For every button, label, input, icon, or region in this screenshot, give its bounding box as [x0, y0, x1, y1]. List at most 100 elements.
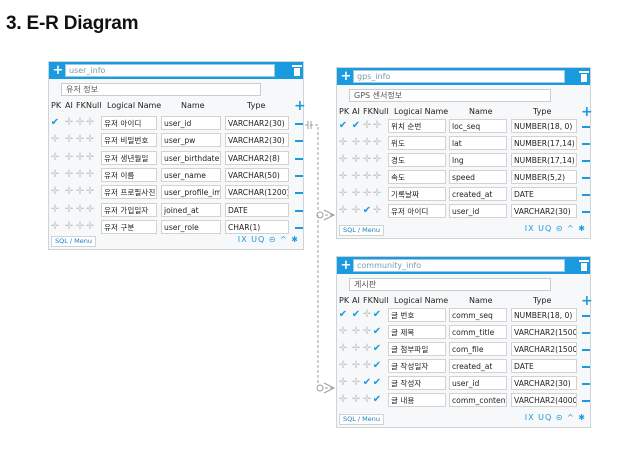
table-name-input[interactable]: gps_info: [353, 70, 565, 83]
logical-name-field[interactable]: 유저 비밀번호: [101, 133, 157, 147]
table-row[interactable]: ✛ ✛ ✛ ✔ 글 내용 comm_content VARCHAR2(4000): [337, 393, 592, 408]
pk-toggle-icon[interactable]: ✛: [50, 168, 60, 182]
add-column-icon[interactable]: +: [294, 99, 306, 113]
pk-toggle-icon[interactable]: ✛: [338, 136, 348, 150]
logical-name-field[interactable]: 글 첨부파일: [388, 342, 446, 356]
table-comment-input[interactable]: 유저 정보: [61, 83, 261, 96]
null-toggle-icon[interactable]: ✛: [372, 170, 382, 184]
logical-name-field[interactable]: 글 제목: [388, 325, 446, 339]
column-type-field[interactable]: NUMBER(18, 0): [511, 308, 577, 322]
ai-toggle-icon[interactable]: ✛: [351, 187, 361, 201]
table-comment-input[interactable]: 게시판: [349, 278, 551, 291]
null-check-icon[interactable]: ✔: [372, 376, 382, 390]
pk-toggle-icon[interactable]: ✛: [50, 203, 60, 217]
column-type-field[interactable]: CHAR(1): [225, 220, 289, 234]
remove-column-icon[interactable]: [582, 349, 590, 351]
table-row[interactable]: ✛✛✛✛유저 프로필사진user_profile_imgVARCHAR(1200…: [49, 185, 305, 200]
remove-column-icon[interactable]: [295, 210, 303, 212]
column-name-field[interactable]: comm_seq: [449, 308, 507, 322]
table-row[interactable]: ✔ ✛ ✛ ✛ 유저 아이디 user_id VARCHAR2(30): [49, 116, 305, 131]
table-row[interactable]: ✛ ✛ ✔ ✛ 유저 아이디 user_id VARCHAR2(30): [337, 204, 592, 219]
remove-column-icon[interactable]: [582, 383, 590, 385]
column-name-field[interactable]: created_at: [449, 359, 507, 373]
column-type-field[interactable]: VARCHAR2(8): [225, 151, 289, 165]
fk-toggle-icon[interactable]: ✛: [75, 133, 85, 147]
column-name-field[interactable]: user_profile_img: [161, 185, 221, 199]
logical-name-field[interactable]: 유저 아이디: [101, 116, 157, 130]
column-type-field[interactable]: VARCHAR2(1500): [511, 325, 577, 339]
table-row[interactable]: ✛ ✛ ✛ ✛ 유저 생년월일 user_birthdate VARCHAR2(8): [49, 151, 305, 166]
logical-name-field[interactable]: 글 번호: [388, 308, 446, 322]
ai-toggle-icon[interactable]: ✛: [351, 170, 361, 184]
null-toggle-icon[interactable]: ✛: [372, 153, 382, 167]
remove-column-icon[interactable]: [295, 192, 303, 194]
remove-column-icon[interactable]: [295, 123, 303, 125]
fk-check-icon[interactable]: ✔: [362, 204, 372, 218]
column-name-field[interactable]: user_pw: [161, 133, 221, 147]
sql-menu-button[interactable]: SQL / Menu: [339, 225, 385, 236]
column-name-field[interactable]: created_at: [449, 187, 507, 201]
column-type-field[interactable]: VARCHAR(50): [225, 168, 289, 182]
ai-toggle-icon[interactable]: ✛: [351, 376, 361, 390]
column-type-field[interactable]: NUMBER(18, 0): [511, 119, 577, 133]
ai-toggle-icon[interactable]: ✛: [351, 359, 361, 373]
fk-toggle-icon[interactable]: ✛: [362, 187, 372, 201]
logical-name-field[interactable]: 위도: [388, 136, 446, 150]
remove-column-icon[interactable]: [295, 158, 303, 160]
ai-toggle-icon[interactable]: ✛: [351, 393, 361, 407]
table-row[interactable]: ✛ ✛ ✛ ✛ 경도 lng NUMBER(17,14): [337, 153, 592, 168]
null-toggle-icon[interactable]: ✛: [372, 136, 382, 150]
column-type-field[interactable]: DATE: [225, 203, 289, 217]
pk-toggle-icon[interactable]: ✛: [338, 393, 348, 407]
table-name-input[interactable]: user_info: [65, 64, 275, 77]
remove-column-icon[interactable]: [582, 177, 590, 179]
pk-toggle-icon[interactable]: ✛: [338, 170, 348, 184]
pk-toggle-icon[interactable]: ✛: [338, 153, 348, 167]
fk-toggle-icon[interactable]: ✛: [362, 153, 372, 167]
footer-icons[interactable]: IX UQ ⊝ ^ ✱: [525, 413, 586, 422]
remove-column-icon[interactable]: [582, 143, 590, 145]
table-row[interactable]: ✛ ✛ ✛ ✔ 글 작성일자 created_at DATE: [337, 359, 592, 374]
remove-column-icon[interactable]: [582, 211, 590, 213]
table-row[interactable]: ✛ ✛ ✛ ✛ 유저 비밀번호 user_pw VARCHAR2(30): [49, 133, 305, 148]
remove-column-icon[interactable]: [582, 332, 590, 334]
null-check-icon[interactable]: ✔: [372, 393, 382, 407]
remove-column-icon[interactable]: [295, 175, 303, 177]
remove-column-icon[interactable]: [582, 194, 590, 196]
ai-toggle-icon[interactable]: ✛: [351, 136, 361, 150]
ai-toggle-icon[interactable]: ✛: [64, 168, 74, 182]
logical-name-field[interactable]: 기록날짜: [388, 187, 446, 201]
table-row[interactable]: ✔ ✔ ✛ ✔ 글 번호 comm_seq NUMBER(18, 0): [337, 308, 592, 323]
pk-toggle-icon[interactable]: ✛: [338, 376, 348, 390]
pk-toggle-icon[interactable]: ✛: [50, 133, 60, 147]
table-gps-info[interactable]: + gps_info GPS 센서정보 PK AI FK Null Logical Name N…: [336, 67, 593, 239]
column-type-field[interactable]: VARCHAR2(30): [225, 116, 289, 130]
ai-check-icon[interactable]: ✔: [351, 119, 361, 133]
column-name-field[interactable]: lat: [449, 136, 507, 150]
column-type-field[interactable]: VARCHAR2(30): [511, 204, 577, 218]
ai-check-icon[interactable]: ✔: [351, 308, 361, 322]
column-name-field[interactable]: user_name: [161, 168, 221, 182]
remove-column-icon[interactable]: [295, 140, 303, 142]
table-row[interactable]: ✛ ✛ ✛ ✛ 유저 가입일자 joined_at DATE: [49, 203, 305, 218]
fk-toggle-icon[interactable]: ✛: [75, 168, 85, 182]
delete-table-icon[interactable]: [292, 65, 302, 76]
add-column-icon[interactable]: +: [581, 294, 593, 308]
null-toggle-icon[interactable]: ✛: [372, 204, 382, 218]
remove-column-icon[interactable]: [295, 227, 303, 229]
fk-toggle-icon[interactable]: ✛: [75, 220, 85, 234]
column-type-field[interactable]: VARCHAR2(30): [225, 133, 289, 147]
logical-name-field[interactable]: 위치 순번: [388, 119, 446, 133]
column-name-field[interactable]: loc_seq: [449, 119, 507, 133]
remove-column-icon[interactable]: [582, 126, 590, 128]
remove-column-icon[interactable]: [582, 160, 590, 162]
null-check-icon[interactable]: ✔: [372, 342, 382, 356]
add-table-icon[interactable]: +: [340, 257, 352, 274]
column-name-field[interactable]: comm_title: [449, 325, 507, 339]
sql-menu-button[interactable]: SQL / Menu: [51, 236, 97, 247]
null-toggle-icon[interactable]: ✛: [85, 151, 95, 165]
fk-toggle-icon[interactable]: ✛: [362, 325, 372, 339]
column-name-field[interactable]: com_file: [449, 342, 507, 356]
fk-toggle-icon[interactable]: ✛: [75, 116, 85, 130]
ai-toggle-icon[interactable]: ✛: [351, 204, 361, 218]
